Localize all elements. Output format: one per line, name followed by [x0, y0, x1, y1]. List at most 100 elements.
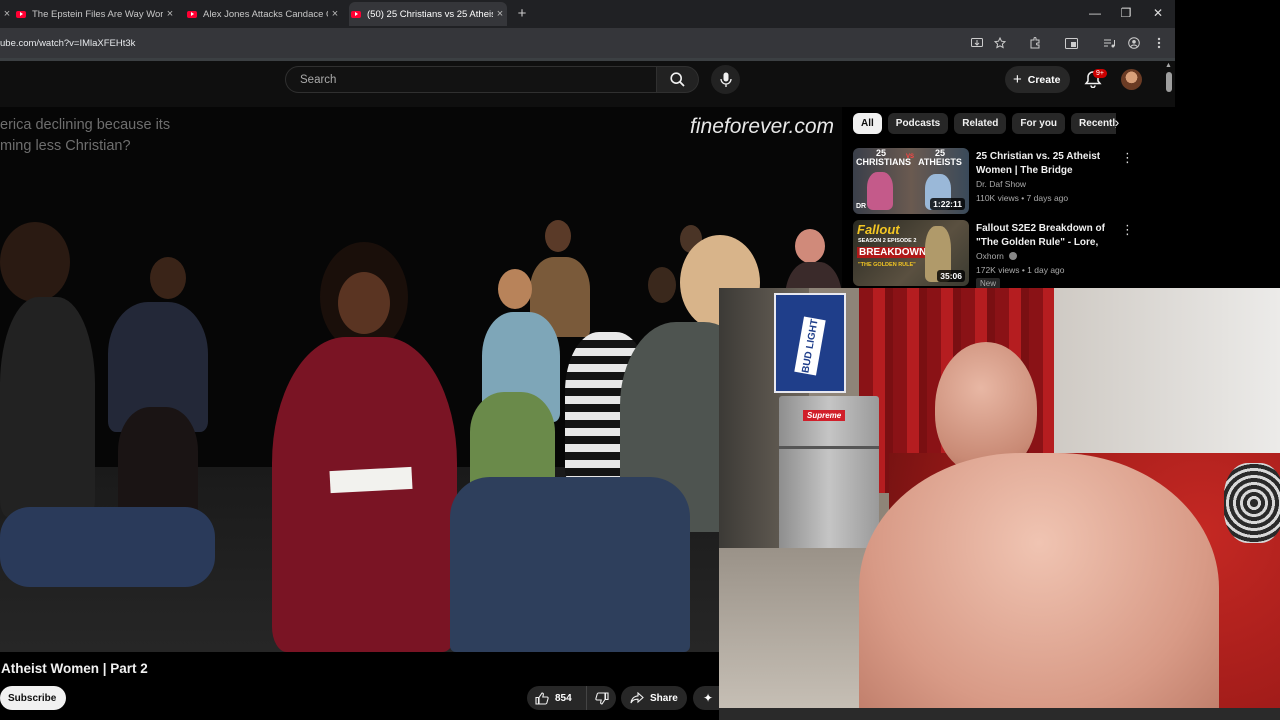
install-app-icon[interactable] [970, 36, 984, 50]
tab-title: Alex Jones Attacks Candace Owens [203, 8, 328, 20]
video-meta: 172K views • 1 day ago [976, 265, 1065, 275]
audience-member [150, 257, 186, 299]
search-button[interactable] [657, 66, 699, 93]
share-button[interactable]: Share [621, 686, 687, 710]
box-label: BUD LIGHT [794, 316, 826, 376]
chip-all[interactable]: All [853, 113, 882, 134]
maximize-button[interactable]: ❐ [1119, 6, 1133, 20]
more-options-icon[interactable]: ⋮ [1121, 150, 1134, 166]
chip-related[interactable]: Related [954, 113, 1007, 134]
channel-name[interactable]: Oxhorn [976, 251, 1018, 261]
video-thumbnail[interactable]: Fallout SEASON 2 EPISODE 2 BREAKDOWN "TH… [853, 220, 969, 286]
paper-note [329, 466, 413, 494]
caption-line: ming less Christian? [0, 138, 131, 154]
notification-count-badge: 9+ [1093, 69, 1107, 78]
profile-icon[interactable] [1127, 36, 1141, 50]
bookmark-star-icon[interactable] [993, 36, 1007, 50]
audience-member [545, 220, 571, 252]
thumbs-up-icon [535, 691, 549, 705]
thumbnail-figure [867, 172, 893, 210]
thumbnail-text: 25 CHRISTIANS [856, 148, 912, 167]
verified-check-icon [1009, 252, 1018, 260]
youtube-header: + Create 9+ [0, 61, 1175, 107]
recommendation-item[interactable]: Fallout SEASON 2 EPISODE 2 BREAKDOWN "TH… [853, 220, 1143, 289]
search-icon [670, 72, 685, 87]
create-button[interactable]: + Create [1005, 66, 1071, 93]
thumbnail-text: VS [906, 154, 915, 160]
fridge-handle [779, 446, 879, 449]
more-options-icon[interactable]: ⋮ [1121, 222, 1134, 238]
video-thumbnail[interactable]: 25 CHRISTIANS VS 25 ATHEISTS DR 1:22:11 [853, 148, 969, 214]
beer-box: BUD LIGHT [774, 293, 846, 393]
audience-member [795, 229, 825, 263]
video-caption-text: erica declining because its ming less Ch… [0, 115, 170, 157]
create-label: Create [1027, 73, 1061, 86]
media-controls-icon[interactable] [1102, 36, 1116, 50]
tab-title: The Epstein Files Are Way Worse [32, 8, 163, 20]
chip-for-you[interactable]: For you [1012, 113, 1066, 134]
thumbnail-text: 25 ATHEISTS [918, 148, 962, 167]
tab-close-icon[interactable]: × [328, 8, 342, 20]
video-title: Atheist Women | Part 2 [1, 661, 148, 676]
close-window-button[interactable]: ✕ [1151, 6, 1165, 20]
channel-name[interactable]: Dr. Daf Show [976, 179, 1026, 189]
user-avatar[interactable] [1121, 69, 1142, 90]
panelist [0, 222, 70, 302]
thumbnail-text: Fallout [857, 222, 900, 237]
dislike-button[interactable] [587, 686, 616, 710]
like-count: 854 [555, 692, 572, 704]
person-torso [859, 453, 1219, 720]
page-scrollbar[interactable] [1166, 72, 1172, 92]
browser-tab[interactable]: × The Epstein Files Are Way Worse × [0, 2, 177, 26]
video-player[interactable]: erica declining because its ming less Ch… [0, 107, 842, 652]
audience-member [498, 269, 532, 309]
microphone-icon [719, 72, 732, 87]
share-arrow-icon [630, 692, 644, 704]
video-watermark: fineforever.com [690, 115, 834, 138]
browser-tab[interactable]: Alex Jones Attacks Candace Owens × [185, 2, 342, 26]
video-meta: 110K views • 7 days ago [976, 193, 1069, 203]
youtube-favicon-icon [16, 10, 26, 18]
new-tab-button[interactable]: + [514, 5, 530, 22]
channel-logo: DR [856, 203, 867, 210]
audience-member [648, 267, 676, 303]
video-title-link[interactable]: Fallout S2E2 Breakdown of "The Golden Ru… [976, 222, 1111, 250]
tab-close-icon[interactable]: × [0, 8, 14, 20]
tab-close-icon[interactable]: × [163, 8, 177, 20]
browser-tab-active[interactable]: (50) 25 Christians vs 25 Atheist × [349, 2, 507, 26]
tab-title: (50) 25 Christians vs 25 Atheist [367, 8, 493, 20]
thumbs-down-icon [594, 691, 609, 705]
panelist-face [338, 272, 390, 334]
caption-line: erica declining because its [0, 117, 171, 133]
scroll-up-arrow-icon[interactable]: ▲ [1165, 62, 1172, 69]
chevron-right-icon[interactable]: › [1108, 114, 1126, 134]
subscribe-button[interactable]: Subscribe [0, 686, 67, 710]
recommendation-item[interactable]: 25 CHRISTIANS VS 25 ATHEISTS DR 1:22:11 … [853, 148, 1143, 216]
browser-menu-icon[interactable] [1152, 36, 1166, 50]
minimize-button[interactable]: — [1088, 6, 1102, 20]
panelist [0, 297, 95, 517]
youtube-favicon-icon [187, 10, 197, 18]
search-input[interactable] [286, 67, 656, 92]
chip-podcasts[interactable]: Podcasts [887, 113, 949, 134]
video-title-link[interactable]: 25 Christian vs. 25 Atheist Women | The … [976, 150, 1111, 178]
youtube-favicon-icon [351, 10, 361, 18]
voice-search-button[interactable] [711, 65, 740, 94]
extensions-icon[interactable] [1028, 36, 1042, 50]
like-dislike-group: 854 [527, 686, 616, 710]
pillow [1224, 463, 1280, 543]
panelist-dress [272, 337, 457, 652]
tab-close-icon[interactable]: × [493, 8, 507, 20]
like-button[interactable]: 854 [527, 686, 587, 710]
share-label: Share [650, 692, 678, 704]
url-field[interactable]: ube.com/watch?v=IMlaXFEHt3k [0, 38, 135, 49]
channel-name-text: Oxhorn [976, 251, 1004, 261]
thumbnail-text: BREAKDOWN [857, 247, 929, 258]
sticker-label: Supreme [803, 410, 846, 421]
browser-tab-bar: × The Epstein Files Are Way Worse × Alex… [0, 0, 1175, 28]
thumbnail-text: "THE GOLDEN RULE" [858, 262, 916, 268]
panelist [450, 477, 690, 652]
split-view-icon[interactable] [1064, 36, 1078, 50]
video-duration: 1:22:11 [930, 198, 965, 210]
plus-icon: + [1013, 71, 1022, 88]
